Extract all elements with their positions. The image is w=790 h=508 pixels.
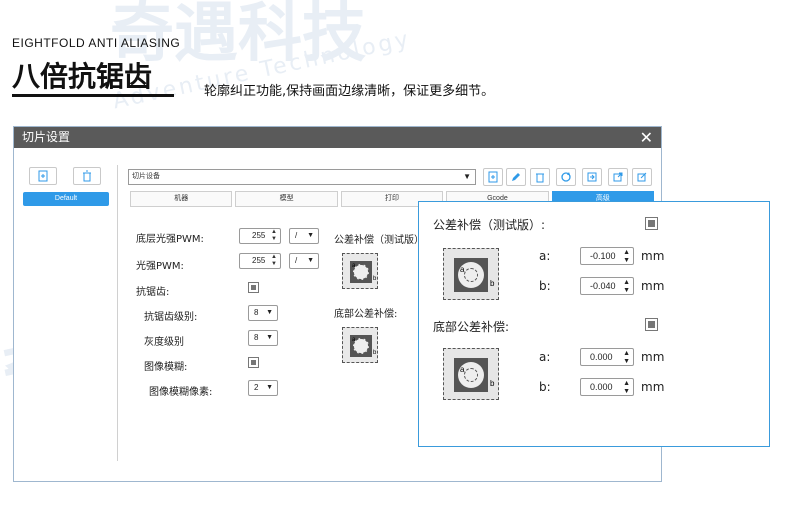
edit-button[interactable] bbox=[506, 168, 526, 186]
profile-select-value: 切片设备 bbox=[132, 173, 160, 180]
new-button[interactable] bbox=[483, 168, 503, 186]
tolerance-diagram-icon: ab bbox=[443, 248, 499, 300]
bottom-tolerance-label: 底部公差补偿: bbox=[433, 320, 510, 334]
panel-divider bbox=[117, 165, 118, 461]
new-profile-button[interactable] bbox=[29, 167, 57, 185]
aa-level-label: 抗锯齿级别: bbox=[144, 312, 198, 323]
bottom-a-stepper[interactable]: 0.000 ▲ ▼ bbox=[580, 348, 634, 366]
bottom-b-stepper[interactable]: 0.000 ▲ ▼ bbox=[580, 378, 634, 396]
bottom-pwm-unit-select[interactable]: / ▼ bbox=[289, 228, 319, 244]
new-file-icon bbox=[38, 170, 48, 182]
chevron-down-icon: ▼ bbox=[266, 309, 273, 316]
b-value: -0.040 bbox=[590, 281, 616, 291]
new-file-icon bbox=[488, 171, 498, 183]
tolerance-label: 公差补偿（测试版）: bbox=[433, 218, 546, 232]
gray-level-label: 灰度级别 bbox=[144, 337, 184, 348]
bottom-pwm-label: 底层光强PWM: bbox=[136, 234, 204, 245]
bottom-pwm-unit: / bbox=[295, 231, 298, 240]
profile-item-default[interactable]: Default bbox=[23, 192, 109, 206]
delete-profile-button[interactable] bbox=[73, 167, 101, 185]
pwm-unit: / bbox=[295, 256, 298, 265]
tab-model[interactable]: 模型 bbox=[235, 191, 338, 207]
import-button[interactable] bbox=[582, 168, 602, 186]
a-value: -0.100 bbox=[590, 251, 616, 261]
aa-level-select[interactable]: 8 ▼ bbox=[248, 305, 278, 321]
share-icon bbox=[637, 172, 647, 182]
anti-aliasing-label: 抗锯齿: bbox=[136, 287, 170, 298]
refresh-button[interactable] bbox=[556, 168, 576, 186]
dialog-titlebar: 切片设置 ✕ bbox=[14, 127, 661, 148]
profile-select[interactable]: 切片设备 ▼ bbox=[128, 169, 476, 185]
chevron-down-icon: ▼ bbox=[266, 384, 273, 391]
chevron-down-icon: ▼ bbox=[307, 232, 314, 239]
bottom-b-unit: mm bbox=[641, 380, 665, 394]
bottom-tolerance-checkbox[interactable] bbox=[645, 318, 658, 331]
refresh-icon bbox=[561, 172, 571, 182]
bottom-a-value: 0.000 bbox=[590, 352, 613, 362]
pencil-icon bbox=[512, 173, 520, 181]
image-blur-label: 图像模糊: bbox=[144, 362, 188, 373]
tab-machine[interactable]: 机器 bbox=[130, 191, 233, 207]
bottom-b-label: b: bbox=[539, 380, 551, 394]
export-button[interactable] bbox=[608, 168, 628, 186]
image-blur-checkbox[interactable] bbox=[248, 357, 259, 368]
feature-description: 轮廓纠正功能,保持画面边缘清晰，保证更多细节。 bbox=[204, 84, 495, 99]
bottom-tolerance-diagram-icon: ab bbox=[443, 348, 499, 400]
stepper-arrows-icon: ▲ ▼ bbox=[623, 249, 630, 264]
tolerance-label: 公差补偿（测试版）: bbox=[334, 235, 428, 246]
gray-level-value: 8 bbox=[254, 333, 259, 342]
a-label: a: bbox=[539, 249, 551, 263]
trash-icon bbox=[536, 173, 544, 183]
bottom-pwm-stepper[interactable]: 255 ▲ ▼ bbox=[239, 228, 281, 244]
chevron-down-icon: ▼ bbox=[463, 172, 471, 181]
aa-level-value: 8 bbox=[254, 308, 259, 317]
pwm-unit-select[interactable]: / ▼ bbox=[289, 253, 319, 269]
bottom-tolerance-label: 底部公差补偿: bbox=[334, 309, 398, 320]
pwm-label: 光强PWM: bbox=[136, 261, 184, 272]
chevron-down-icon: ▼ bbox=[307, 257, 314, 264]
bottom-a-unit: mm bbox=[641, 350, 665, 364]
b-label: b: bbox=[539, 279, 551, 293]
b-stepper[interactable]: -0.040 ▲ ▼ bbox=[580, 277, 634, 295]
pwm-value: 255 bbox=[252, 256, 266, 265]
gray-level-select[interactable]: 8 ▼ bbox=[248, 330, 278, 346]
b-unit: mm bbox=[641, 279, 665, 293]
stepper-arrows-icon: ▲ ▼ bbox=[271, 229, 277, 242]
chevron-down-icon: ▼ bbox=[266, 334, 273, 341]
blur-pixels-value: 2 bbox=[254, 383, 259, 392]
tolerance-zoom-panel: 公差补偿（测试版）: ab a: -0.100 ▲ ▼ mm b: -0.040 … bbox=[418, 201, 770, 447]
anti-aliasing-checkbox[interactable] bbox=[248, 282, 259, 293]
stepper-arrows-icon: ▲ ▼ bbox=[623, 380, 630, 395]
feature-title: 八倍抗锯齿 bbox=[12, 60, 153, 93]
bottom-tolerance-diagram-icon: ab bbox=[342, 327, 378, 363]
feature-subtitle: EIGHTFOLD ANTI ALIASING bbox=[12, 36, 181, 50]
tolerance-checkbox[interactable] bbox=[645, 217, 658, 230]
bottom-a-label: a: bbox=[539, 350, 551, 364]
stepper-arrows-icon: ▲ ▼ bbox=[623, 350, 630, 365]
stepper-arrows-icon: ▲ ▼ bbox=[271, 254, 277, 267]
pwm-stepper[interactable]: 255 ▲ ▼ bbox=[239, 253, 281, 269]
a-unit: mm bbox=[641, 249, 665, 263]
stepper-arrows-icon: ▲ ▼ bbox=[623, 279, 630, 294]
bottom-pwm-value: 255 bbox=[252, 231, 266, 240]
share-button[interactable] bbox=[632, 168, 652, 186]
a-stepper[interactable]: -0.100 ▲ ▼ bbox=[580, 247, 634, 265]
trash-icon bbox=[83, 170, 91, 182]
dialog-title: 切片设置 bbox=[22, 130, 71, 144]
title-underline bbox=[12, 94, 174, 97]
blur-pixels-select[interactable]: 2 ▼ bbox=[248, 380, 278, 396]
import-icon bbox=[587, 172, 597, 182]
close-icon[interactable]: ✕ bbox=[640, 127, 653, 148]
tolerance-diagram-icon: ab bbox=[342, 253, 378, 289]
bottom-b-value: 0.000 bbox=[590, 382, 613, 392]
blur-pixels-label: 图像模糊像素: bbox=[149, 387, 213, 398]
delete-button[interactable] bbox=[530, 168, 550, 186]
export-icon bbox=[613, 172, 623, 182]
